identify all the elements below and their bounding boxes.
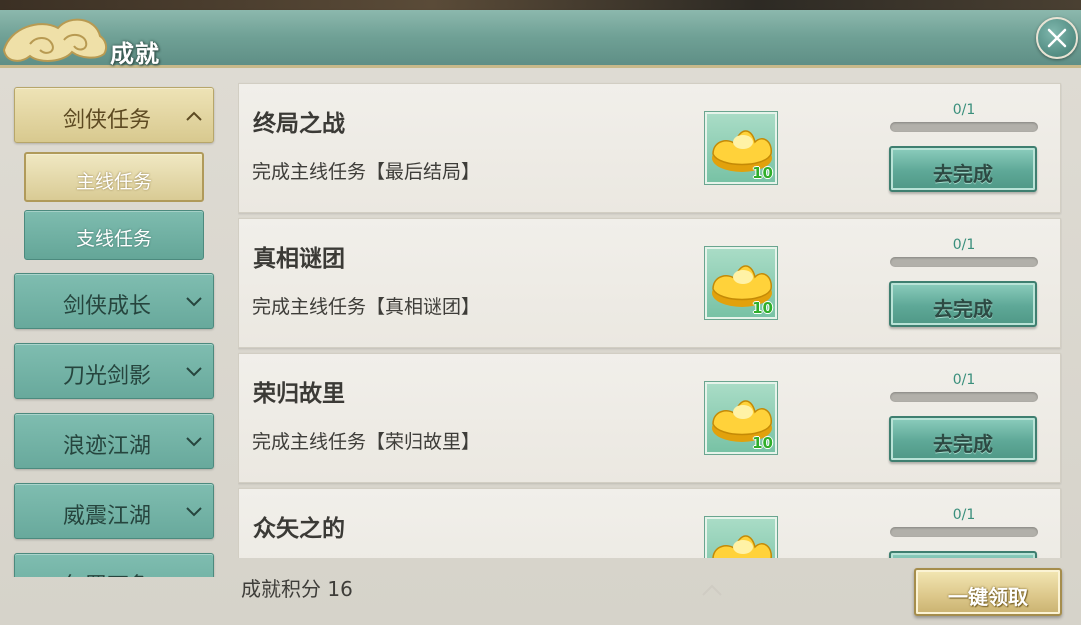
achievement-desc: 完成主线任务【真相谜团】 [252, 296, 481, 318]
sidebar-subitem-label: 主线任务 [75, 171, 152, 193]
sidebar-nav[interactable]: 剑侠任务 主线任务 支线任务 剑侠成长 刀光剑影 浪迹江湖 威震江湖 包罗万象 [0, 80, 230, 577]
chevron-down-icon [185, 576, 203, 577]
achievement-name: 真相谜团 [253, 246, 345, 272]
progress-text: 0/1 [952, 102, 976, 118]
claim-all-label: 一键领取 [948, 585, 1028, 609]
go-complete-button[interactable]: 去完成 [889, 281, 1037, 327]
sidebar-subitem-label: 支线任务 [75, 228, 152, 250]
go-complete-label: 去完成 [933, 432, 993, 456]
progress-bar [890, 257, 1038, 267]
go-complete-button[interactable]: 去完成 [889, 146, 1037, 192]
achievement-desc: 完成主线任务【最后结局】 [252, 161, 481, 183]
achievement-card: 众矢之的 0/1 [238, 488, 1061, 558]
sidebar-category-label: 刀光剑影 [63, 364, 152, 389]
chevron-down-icon [186, 437, 202, 447]
sidebar-category-jianxia-renwu[interactable]: 剑侠任务 [14, 87, 214, 143]
reward-slot[interactable] [704, 516, 778, 558]
achievement-card: 荣归故里 完成主线任务【荣归故里】 10 0/1 去完成 [238, 353, 1061, 483]
sidebar-category-weizhen-jianghu[interactable]: 威震江湖 [14, 483, 214, 539]
go-complete-button[interactable]: 去完成 [889, 416, 1037, 462]
achievement-desc: 完成主线任务【荣归故里】 [252, 431, 481, 453]
progress-text: 0/1 [952, 237, 976, 253]
gold-ingot-icon [712, 535, 772, 558]
chevron-down-icon [186, 297, 202, 307]
reward-quantity: 10 [752, 164, 773, 182]
sidebar-category-label: 浪迹江湖 [63, 434, 152, 459]
reward-slot[interactable]: 10 [704, 381, 778, 455]
progress-text: 0/1 [952, 372, 976, 388]
sidebar-category-langji-jianghu[interactable]: 浪迹江湖 [14, 413, 214, 469]
achievement-name: 荣归故里 [253, 381, 345, 407]
window-title: 成就 [110, 40, 160, 68]
sidebar-category-label: 剑侠任务 [63, 108, 152, 133]
go-complete-label: 去完成 [933, 162, 993, 186]
chevron-down-icon [186, 367, 202, 377]
reward-quantity: 10 [752, 434, 773, 452]
chevron-up-icon [702, 584, 722, 596]
cloud-ornament-icon [2, 18, 108, 62]
progress-text: 0/1 [952, 507, 976, 523]
reward-quantity: 10 [752, 299, 773, 317]
achievement-card: 终局之战 完成主线任务【最后结局】 10 0/1 去完成 [238, 83, 1061, 213]
achievement-score: 成就积分 16 [241, 577, 353, 601]
progress-bar [890, 122, 1038, 132]
go-complete-button[interactable] [889, 551, 1037, 558]
achievement-list[interactable]: 终局之战 完成主线任务【最后结局】 10 0/1 去完成 真相谜团 完成主线任务… [238, 80, 1062, 558]
achievement-card: 真相谜团 完成主线任务【真相谜团】 10 0/1 去完成 [238, 218, 1061, 348]
sidebar-category-baoluo-wanxiang[interactable]: 包罗万象 [14, 553, 214, 577]
go-complete-label: 去完成 [933, 297, 993, 321]
title-bar: 成就 [0, 10, 1081, 68]
sidebar-subitem-side-quest[interactable]: 支线任务 [24, 210, 204, 260]
sidebar-category-label: 威震江湖 [63, 504, 152, 529]
sidebar-category-daoguang-jianying[interactable]: 刀光剑影 [14, 343, 214, 399]
achievement-name: 众矢之的 [253, 516, 345, 542]
progress-bar [890, 392, 1038, 402]
progress-bar [890, 527, 1038, 537]
sidebar-category-label: 剑侠成长 [63, 294, 152, 319]
close-icon [1047, 28, 1067, 48]
reward-slot[interactable]: 10 [704, 111, 778, 185]
reward-slot[interactable]: 10 [704, 246, 778, 320]
chevron-up-icon [186, 111, 202, 121]
claim-all-button[interactable]: 一键领取 [914, 568, 1062, 616]
chevron-down-icon [186, 507, 202, 517]
close-button[interactable] [1036, 17, 1078, 59]
sidebar-subitem-main-quest[interactable]: 主线任务 [24, 152, 204, 202]
sidebar-category-jianxia-chengzhang[interactable]: 剑侠成长 [14, 273, 214, 329]
sidebar-category-label: 包罗万象 [63, 568, 151, 577]
achievement-name: 终局之战 [253, 111, 345, 137]
